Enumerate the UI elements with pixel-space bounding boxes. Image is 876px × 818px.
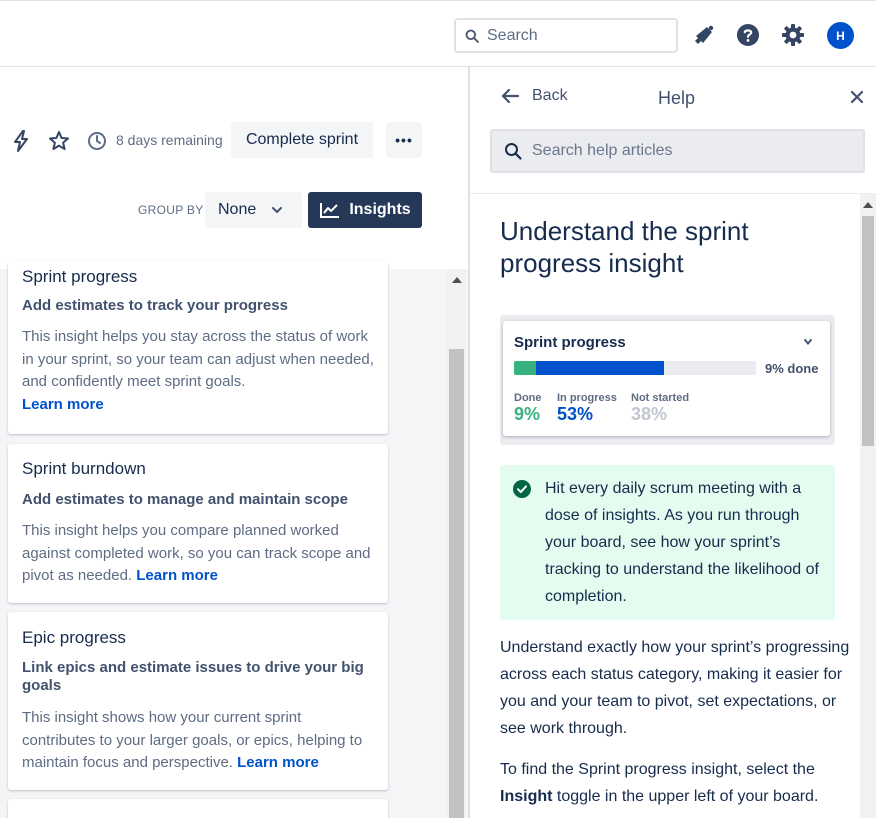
percent-done: 9% done [765,361,819,376]
insight-card-next [8,799,388,818]
search-icon [505,143,522,160]
board-actions: 8 days remaining Complete sprint ••• [0,122,468,158]
stat-not-started: Not started 38% [631,392,689,425]
board-pane: 8 days remaining Complete sprint ••• GRO… [0,67,468,818]
group-by-value: None [218,201,257,218]
close-help-button[interactable] [848,88,866,106]
trend-chart-icon [320,203,340,218]
stat-value: 38% [631,404,668,424]
tip-panel: Hit every daily scrum meeting with a dos… [500,465,835,620]
insights-label: Insights [349,201,411,218]
stat-label: In progress [557,392,617,404]
back-button[interactable]: Back [500,87,568,105]
megaphone-icon [695,25,714,44]
gear-icon [782,24,804,46]
preview-card: Sprint progress 9% done Done 9% In progr… [503,321,830,436]
stat-label: Not started [631,392,690,404]
close-icon [850,90,864,104]
chevron-down-icon [272,207,283,214]
help-scrollbar[interactable] [860,194,876,818]
insight-card-epic-progress: Epic progress Link epics and estimate is… [8,612,388,790]
complete-sprint-button[interactable]: Complete sprint [231,122,373,158]
avatar[interactable]: H [827,22,854,49]
global-search[interactable] [454,18,678,53]
days-remaining: 8 days remaining [116,132,223,148]
scroll-up-arrow-icon[interactable] [452,277,462,283]
article-text: toggle in the upper left of your board. [552,788,819,805]
group-by-dropdown[interactable]: None [205,192,302,228]
insight-card-title: Sprint progress [22,267,138,286]
scrollbar-thumb[interactable] [862,216,874,446]
article-title: Understand the sprint progress insight [500,216,749,278]
star-icon [49,131,69,150]
learn-more-link[interactable]: Learn more [22,396,104,413]
arrow-left-icon [501,88,520,104]
insight-card-subtitle: Add estimates to track your progress [22,297,288,314]
automation-button[interactable] [10,130,32,152]
insight-card-sprint-burndown: Sprint burndown Add estimates to manage … [8,444,388,603]
help-article: Understand the sprint progress insight S… [470,194,862,818]
scrollbar-thumb[interactable] [449,349,464,818]
help-search[interactable] [490,129,865,173]
settings-button[interactable] [780,22,806,48]
help-icon [737,24,759,46]
lightning-icon [14,130,28,152]
insight-card-sprint-progress: Sprint progress Add estimates to track y… [8,261,388,434]
insight-card-title: Epic progress [22,628,126,647]
clock-icon [88,132,106,150]
sprint-progress-preview: Sprint progress 9% done Done 9% In progr… [500,315,835,445]
progress-done-segment [514,361,536,375]
help-button[interactable] [735,22,761,48]
article-bold: Insight [500,788,553,805]
help-search-input[interactable] [532,142,852,160]
insight-card-body: This insight helps you stay across the s… [22,328,374,390]
top-navigation-bar: H [0,0,876,67]
insight-card-subtitle: Link epics and estimate issues to drive … [22,659,364,694]
help-header: Back Help [470,67,876,194]
help-title: Help [658,88,696,108]
insight-card-subtitle: Add estimates to manage and maintain sco… [22,491,348,508]
check-circle-icon [513,480,531,498]
article-paragraph: Understand exactly how your sprint’s pro… [500,639,850,737]
insights-button[interactable]: Insights [308,192,422,228]
scroll-up-arrow-icon[interactable] [863,202,873,208]
insights-list: Sprint progress Add estimates to track y… [0,261,468,818]
back-label: Back [532,87,568,104]
stat-value: 9% [514,404,541,424]
progress-in-progress-segment [536,361,664,375]
article-text: To find the Sprint progress insight, sel… [500,761,815,778]
more-actions-button[interactable]: ••• [386,122,422,158]
tip-text: Hit every daily scrum meeting with a dos… [545,480,819,605]
stat-label: Done [514,392,542,404]
stat-done: Done 9% [514,392,542,425]
learn-more-link[interactable]: Learn more [136,567,218,584]
insight-card-title: Sprint burndown [22,459,146,478]
help-panel: Back Help Understand the sprint progress… [468,67,876,818]
clock-icon-wrap [86,130,108,152]
stat-in-progress: In progress 53% [557,392,617,425]
search-input[interactable] [487,26,657,45]
search-icon [465,29,479,43]
notifications-button[interactable] [691,22,717,48]
preview-title: Sprint progress [514,334,626,351]
chevron-down-icon [804,339,812,346]
star-button[interactable] [48,130,70,152]
learn-more-link[interactable]: Learn more [237,754,319,771]
article-paragraph: To find the Sprint progress insight, sel… [500,756,850,810]
board-scrollbar[interactable] [447,269,466,818]
stat-value: 53% [557,404,594,424]
progress-bar [514,361,756,375]
group-by-label: GROUP BY [138,203,204,217]
